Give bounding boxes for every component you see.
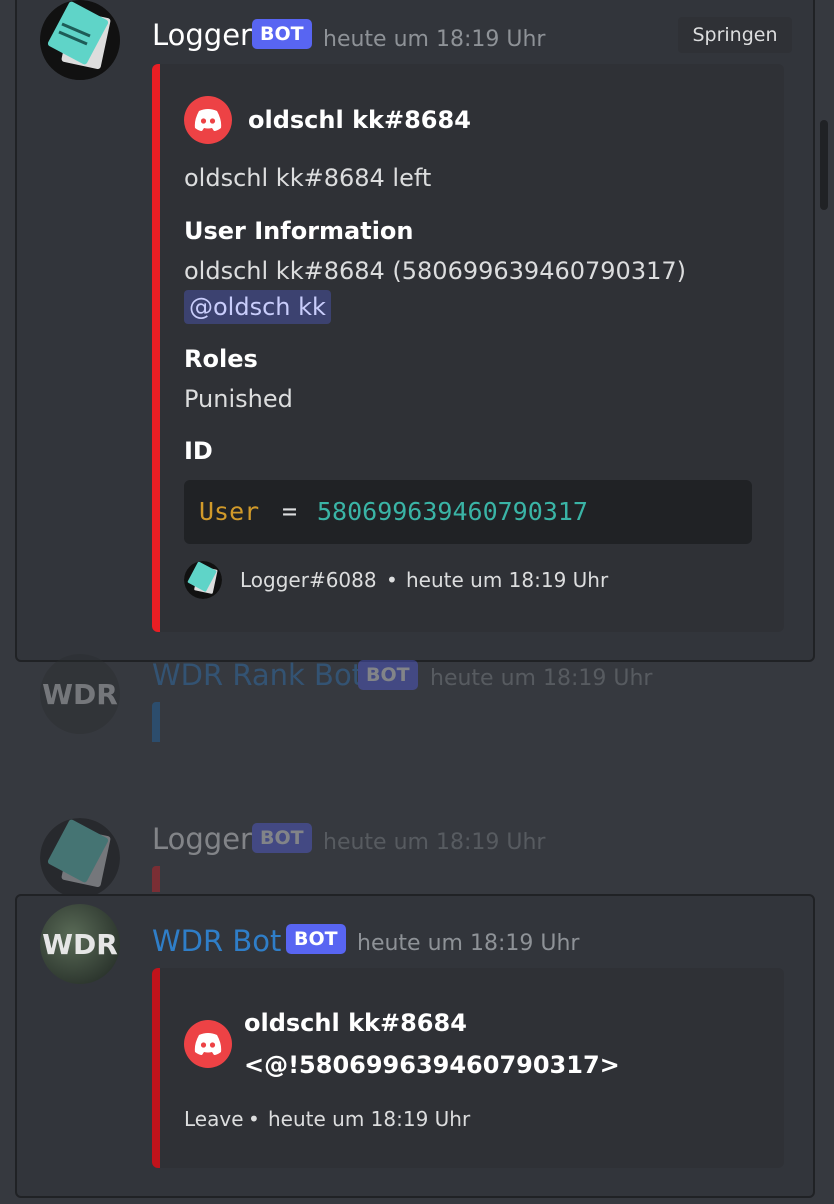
discord-icon [184, 96, 232, 144]
footer-text: Leave [184, 1107, 244, 1131]
code-value: 580699639460790317 [317, 497, 588, 526]
footer-separator: • [248, 1107, 260, 1131]
discord-icon [184, 1020, 232, 1068]
footer-separator: • [386, 568, 398, 592]
embed-author[interactable]: oldschl kk#8684 [248, 106, 471, 134]
embed-author[interactable]: oldschl kk#8684 [244, 1009, 467, 1037]
embed-description: oldschl kk#8684 left [184, 164, 432, 192]
logger-avatar[interactable] [40, 0, 120, 80]
code-operator: = [282, 497, 298, 526]
notepad-icon [184, 561, 222, 599]
field-value-roles: Punished [184, 385, 293, 413]
logger-avatar[interactable] [40, 818, 120, 898]
timestamp: heute um 18:19 Uhr [357, 931, 580, 956]
embed-accent-bar [152, 702, 160, 742]
field-name-roles: Roles [184, 345, 258, 373]
wdr-bot-avatar[interactable]: WDR [40, 904, 120, 984]
avatar-label: WDR [42, 928, 118, 961]
embed-accent-bar [152, 968, 160, 1168]
field-name-user-info: User Information [184, 217, 414, 245]
embed-accent-bar [152, 866, 160, 892]
footer-time: heute um 18:19 Uhr [268, 1107, 471, 1131]
username-logger[interactable]: Logger [152, 18, 252, 52]
code-block: User = 580699639460790317 [184, 480, 752, 544]
username-logger[interactable]: Logger [152, 822, 252, 856]
bot-tag: BOT [252, 823, 312, 853]
timestamp: heute um 18:19 Uhr [430, 666, 653, 691]
bot-tag: BOT [358, 660, 418, 690]
wdr-rank-avatar[interactable]: WDR [40, 654, 120, 734]
bot-tag: BOT [252, 19, 312, 49]
jump-button[interactable]: Springen [678, 17, 792, 53]
code-key: User [199, 497, 260, 526]
avatar-label: WDR [42, 678, 118, 711]
bot-tag: BOT [286, 924, 346, 954]
scrollbar[interactable] [820, 120, 828, 210]
username-wdr-bot[interactable]: WDR Bot [152, 924, 281, 958]
footer-name: Logger#6088 [240, 568, 377, 592]
field-name-id: ID [184, 437, 213, 465]
timestamp: heute um 18:19 Uhr [323, 830, 546, 855]
embed-accent-bar [152, 64, 160, 632]
user-mention[interactable]: @oldsch kk [184, 290, 331, 324]
field-value-user-info: oldschl kk#8684 (580699639460790317) [184, 257, 686, 285]
username-wdr-rank-bot[interactable]: WDR Rank Bot [152, 658, 363, 692]
embed-mention-raw: <@!580699639460790317> [244, 1051, 620, 1079]
notepad-icon [40, 0, 120, 80]
timestamp: heute um 18:19 Uhr [323, 27, 546, 52]
notepad-icon [40, 818, 120, 898]
footer-avatar [184, 561, 222, 599]
footer-time: heute um 18:19 Uhr [406, 568, 609, 592]
